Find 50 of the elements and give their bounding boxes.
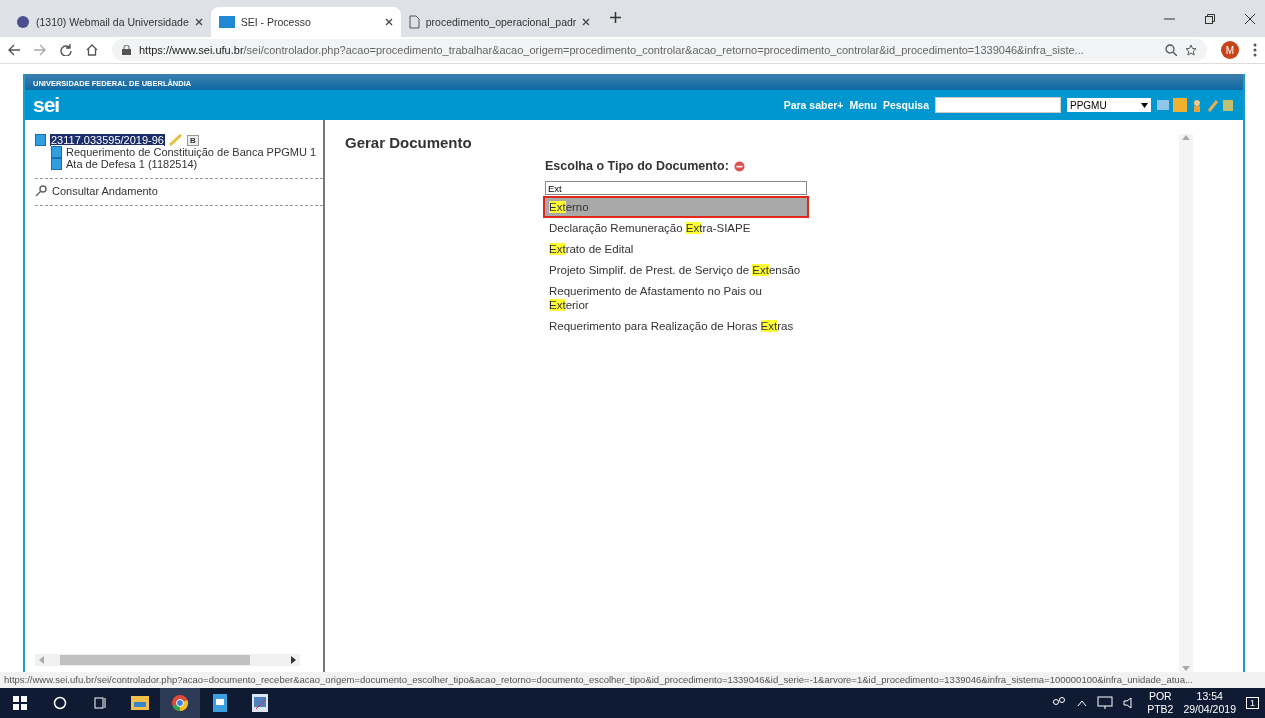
layout-indicator[interactable]: PTB2 <box>1147 703 1174 716</box>
network-icon[interactable] <box>1097 696 1114 710</box>
address-field[interactable]: https://www.sei.ufu.br/sei/controlador.php?acao=procedimento_trabalhar&acao_origem=procedimento_controlar&acao_retorno=procedimento_controlar&id_procedimento=1339046&infra_siste... <box>112 39 1207 61</box>
search-field[interactable] <box>935 97 1061 113</box>
doc-icon <box>51 146 62 158</box>
badge[interactable]: B <box>186 134 199 146</box>
clock-time[interactable]: 13:54 <box>1196 690 1223 703</box>
browser-tab[interactable]: (1310) Webmail da Universidade <box>8 7 211 37</box>
scroll-right-icon[interactable] <box>289 656 297 664</box>
caret-icon[interactable] <box>1077 699 1088 707</box>
notification-count[interactable]: 1 <box>1246 697 1259 709</box>
chrome-icon[interactable] <box>160 688 200 718</box>
process-number[interactable]: 23117.033595/2019-96 <box>50 134 165 146</box>
back-icon[interactable] <box>8 44 20 56</box>
home-icon[interactable] <box>86 44 98 56</box>
process-icon <box>35 134 46 146</box>
document-link[interactable]: Requerimento de Constituição de Banca PPGMU 1 <box>66 146 317 158</box>
dropdown-caret-icon[interactable] <box>1141 102 1148 108</box>
doc-icon <box>51 158 62 170</box>
minimize-icon[interactable] <box>1164 17 1175 20</box>
remove-icon[interactable] <box>733 160 745 172</box>
unit-select[interactable]: PPGMU <box>1067 98 1151 112</box>
filter-field[interactable]: Ext <box>545 181 807 195</box>
document-link[interactable]: Ata de Defesa 1 (1182514) <box>66 158 198 170</box>
page-icon <box>408 15 420 29</box>
sei-logo: sei <box>33 93 60 117</box>
magnifier-icon <box>35 185 47 197</box>
sei-logo-icon <box>218 16 235 28</box>
page-title: Gerar Documento <box>345 134 473 151</box>
language-indicator[interactable]: POR <box>1148 690 1172 703</box>
clock-date[interactable]: 29/04/2019 <box>1183 703 1236 716</box>
globe-icon <box>16 15 30 29</box>
new-tab-icon[interactable] <box>610 12 622 23</box>
prompt-label: Escolha o Tipo do Documento: <box>545 159 729 173</box>
status-url: https://www.sei.ufu.br/sei/controlador.php?acao=documento_receber&acao_origem=documento_escolher_tipo&acao_retorno=documento_escolher_tipo&id_procedimento=1339046&id_serie=-1&arvore=1&id_procedimento=1339046&infra_sistema=100000100&infra_unidade_atua... <box>0 672 1265 688</box>
reload-icon[interactable] <box>60 44 72 56</box>
action-link[interactable]: Consultar Andamento <box>35 185 323 197</box>
profile-avatar[interactable]: M <box>1221 41 1239 59</box>
close-icon[interactable] <box>582 18 591 26</box>
close-icon[interactable] <box>1245 13 1255 24</box>
browser-tab[interactable]: SEI - Processo <box>210 7 401 37</box>
close-icon[interactable] <box>194 18 203 26</box>
browser-tab[interactable]: procedimento_operacional_padr <box>400 7 599 37</box>
document-type-option[interactable]: Requerimento para Realização de Horas Extras <box>545 317 807 335</box>
lock-icon <box>122 45 131 55</box>
star-icon[interactable] <box>1185 44 1197 56</box>
close-icon[interactable] <box>384 18 393 26</box>
menu-icon[interactable] <box>1253 43 1257 57</box>
maximize-icon[interactable] <box>1205 13 1215 24</box>
zoom-icon[interactable] <box>1165 44 1177 56</box>
